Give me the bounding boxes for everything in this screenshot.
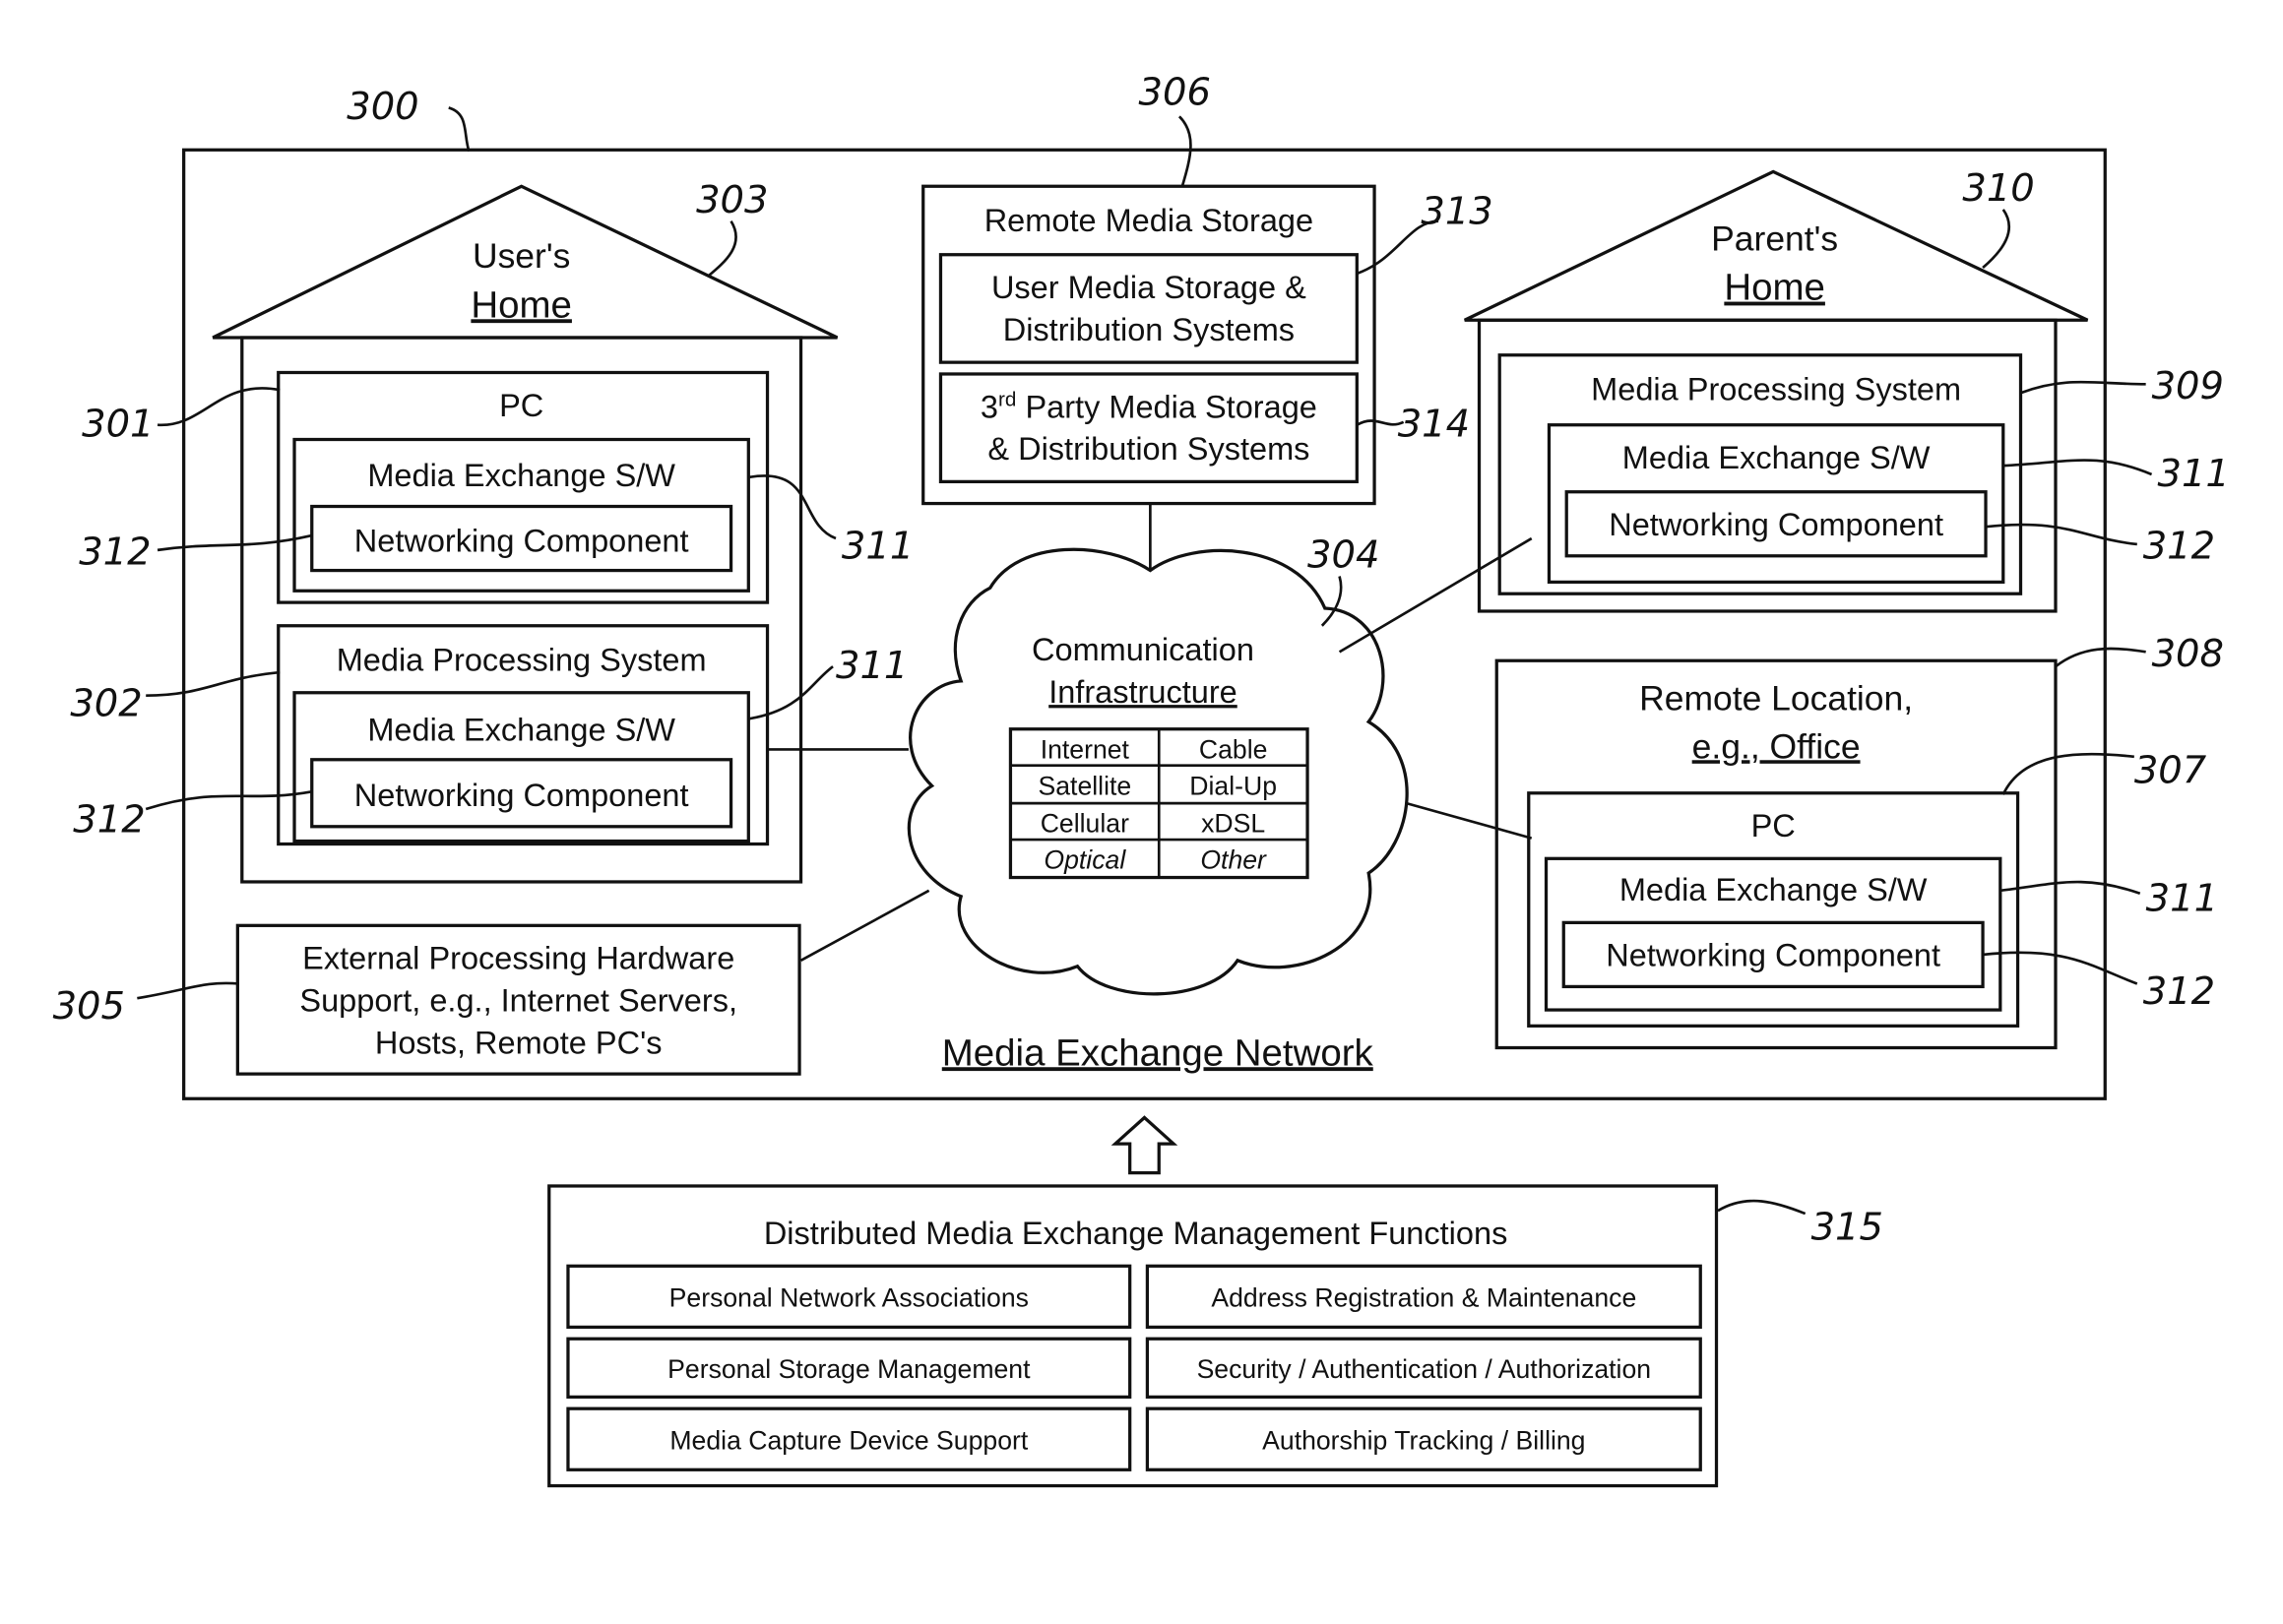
ref-303: 303 xyxy=(696,178,768,222)
communication-cloud: Communication Infrastructure Internet Ca… xyxy=(907,533,1409,996)
cell-cellular: Cellular xyxy=(1041,809,1129,839)
parents-mps-title: Media Processing System xyxy=(1591,372,1961,407)
cell-cable: Cable xyxy=(1199,734,1268,764)
ref-311c: 311 xyxy=(2157,452,2229,496)
users-pc-net: Networking Component xyxy=(354,523,689,558)
ref-314: 314 xyxy=(1398,403,1470,447)
users-home: User's Home 303 PC Media Exchange S/W Ne… xyxy=(70,178,914,884)
office-pc-sw: Media Exchange S/W xyxy=(1619,872,1928,907)
users-home-title: User's xyxy=(473,236,570,276)
user-storage-line1: User Media Storage & xyxy=(991,270,1306,305)
ref-310: 310 xyxy=(1962,166,2034,211)
office-pc-net: Networking Component xyxy=(1606,938,1940,973)
office-pc-title: PC xyxy=(1751,808,1796,843)
remote-storage-title: Remote Media Storage xyxy=(984,203,1313,238)
mgmt-item: Authorship Tracking / Billing xyxy=(1262,1426,1585,1456)
remote-location-subtitle: e.g., Office xyxy=(1692,726,1861,766)
media-exchange-diagram: 300 Media Exchange Network User's Home 3… xyxy=(53,70,2230,1488)
users-mps-sw: Media Exchange S/W xyxy=(367,713,675,748)
users-mps-title: Media Processing System xyxy=(337,643,707,678)
mgmt-item: Personal Storage Management xyxy=(667,1354,1031,1384)
leader-300 xyxy=(448,106,471,153)
users-mps-net: Networking Component xyxy=(354,778,689,813)
cloud-title: Communication xyxy=(1032,632,1254,667)
mgmt-item: Address Registration & Maintenance xyxy=(1211,1283,1636,1313)
cell-xdsl: xDSL xyxy=(1201,809,1265,839)
users-pc-title: PC xyxy=(499,388,543,423)
cell-satellite: Satellite xyxy=(1039,771,1132,800)
users-pc-sw: Media Exchange S/W xyxy=(367,458,675,493)
ref-312b: 312 xyxy=(73,798,145,843)
network-title: Media Exchange Network xyxy=(942,1031,1374,1074)
management-functions: Distributed Media Exchange Management Fu… xyxy=(547,1184,1883,1488)
parents-home: Parent's Home 310 Media Processing Syste… xyxy=(1464,166,2230,613)
remote-location: Remote Location, e.g., Office 308 PC Med… xyxy=(1494,632,2224,1050)
mgmt-item: Personal Network Associations xyxy=(669,1283,1029,1313)
ref-312c: 312 xyxy=(2143,525,2215,569)
ref-312a: 312 xyxy=(79,531,151,575)
ref-307: 307 xyxy=(2134,748,2207,792)
mgmt-item: Security / Authentication / Authorizatio… xyxy=(1197,1354,1652,1384)
ref-305: 305 xyxy=(53,984,125,1029)
ref-306: 306 xyxy=(1139,70,1211,114)
external-line2: Support, e.g., Internet Servers, xyxy=(299,983,737,1019)
ref-311a: 311 xyxy=(842,525,914,569)
management-title: Distributed Media Exchange Management Fu… xyxy=(764,1216,1507,1251)
ref-308: 308 xyxy=(2152,632,2224,676)
ref-309: 309 xyxy=(2152,364,2224,408)
external-line1: External Processing Hardware xyxy=(302,941,734,976)
ref-312d: 312 xyxy=(2143,969,2215,1014)
ref-311d: 311 xyxy=(2146,877,2218,921)
mgmt-item: Media Capture Device Support xyxy=(669,1426,1028,1456)
ref-315: 315 xyxy=(1811,1206,1883,1250)
parents-home-subtitle: Home xyxy=(1724,267,1825,309)
user-storage-line2: Distribution Systems xyxy=(1003,312,1295,347)
users-home-subtitle: Home xyxy=(471,283,572,326)
cell-other: Other xyxy=(1200,845,1267,875)
external-line3: Hosts, Remote PC's xyxy=(375,1025,663,1060)
cloud-subtitle: Infrastructure xyxy=(1048,674,1237,710)
third-party-line2: & Distribution Systems xyxy=(987,431,1309,467)
ref-302: 302 xyxy=(70,681,142,725)
ref-313: 313 xyxy=(1421,190,1492,234)
ref-311b: 311 xyxy=(836,644,908,688)
ref-301: 301 xyxy=(82,403,154,447)
parents-mps-net: Networking Component xyxy=(1609,507,1943,542)
cell-internet: Internet xyxy=(1041,734,1130,764)
up-arrow-icon xyxy=(1110,1115,1178,1175)
parents-home-title: Parent's xyxy=(1711,219,1838,258)
ref-300: 300 xyxy=(347,85,418,129)
third-party-line1: 3rd Party Media Storage xyxy=(981,389,1317,425)
parents-mps-sw: Media Exchange S/W xyxy=(1622,440,1931,475)
remote-location-title: Remote Location, xyxy=(1639,679,1913,718)
cell-dialup: Dial-Up xyxy=(1189,771,1277,800)
ref-304: 304 xyxy=(1307,533,1379,578)
cell-optical: Optical xyxy=(1044,845,1126,875)
